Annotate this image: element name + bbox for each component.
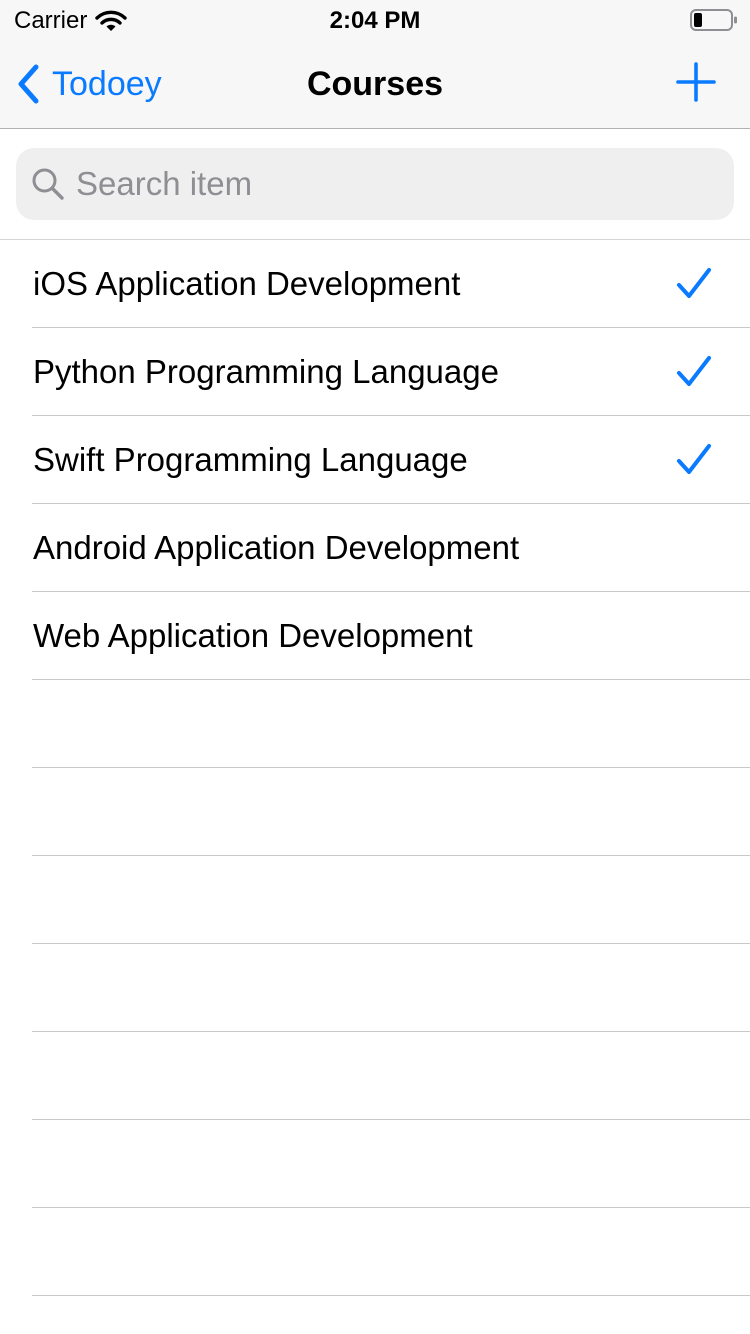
course-row-ios[interactable]: iOS Application Development xyxy=(0,240,750,328)
course-label: Web Application Development xyxy=(33,617,473,654)
empty-row xyxy=(0,1120,750,1208)
course-row-android[interactable]: Android Application Development xyxy=(0,504,750,592)
course-row-swift[interactable]: Swift Programming Language xyxy=(0,416,750,504)
page-title: Courses xyxy=(306,65,444,103)
battery-icon xyxy=(690,9,737,31)
search-bar xyxy=(0,129,750,240)
empty-row xyxy=(0,1208,750,1296)
search-field[interactable] xyxy=(16,148,734,220)
plus-icon[interactable] xyxy=(674,60,718,104)
course-label: iOS Application Development xyxy=(33,265,461,302)
empty-row xyxy=(0,680,750,768)
search-input[interactable] xyxy=(76,156,696,212)
navigation-bar: Todoey Courses xyxy=(0,40,750,128)
empty-row xyxy=(0,856,750,944)
checkmark-icon xyxy=(677,356,711,386)
status-bar: Carrier 2:04 PM xyxy=(0,0,750,40)
empty-row xyxy=(0,944,750,1032)
course-label: Swift Programming Language xyxy=(33,441,468,478)
checkmark-icon xyxy=(677,444,711,474)
top-bar: Carrier 2:04 PM Todoey Courses xyxy=(0,0,750,129)
course-list: iOS Application Development Python Progr… xyxy=(0,240,750,1296)
course-label: Android Application Development xyxy=(33,529,520,566)
empty-row xyxy=(0,768,750,856)
search-icon xyxy=(32,168,64,200)
status-time: 2:04 PM xyxy=(329,7,421,34)
checkmark-icon xyxy=(677,268,711,298)
course-label: Python Programming Language xyxy=(33,353,499,390)
course-row-web[interactable]: Web Application Development xyxy=(0,592,750,680)
empty-row xyxy=(0,1032,750,1120)
course-row-python[interactable]: Python Programming Language xyxy=(0,328,750,416)
